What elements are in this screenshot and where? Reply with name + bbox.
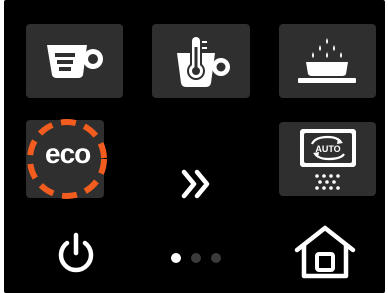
espresso-cup-tile[interactable] xyxy=(26,24,123,98)
auto-rinse-tile[interactable]: AUTO xyxy=(279,122,376,196)
steam-tray-tile[interactable] xyxy=(279,24,376,98)
auto-rinse-icon: AUTO xyxy=(299,129,356,190)
cup-temperature-tile[interactable] xyxy=(152,24,250,98)
page-dot-2[interactable] xyxy=(191,253,201,263)
home-icon[interactable] xyxy=(292,224,358,280)
coffee-machine-display: eco AUTO xyxy=(4,0,385,293)
power-icon[interactable] xyxy=(54,232,98,276)
espresso-cup-icon xyxy=(46,45,103,78)
page-dot-3[interactable] xyxy=(211,253,221,263)
cup-thermometer-icon xyxy=(177,35,230,87)
page-indicator xyxy=(171,253,221,263)
double-chevron-right-icon[interactable] xyxy=(180,166,216,202)
page-dot-1[interactable] xyxy=(171,253,181,263)
steam-drip-tray-icon xyxy=(297,38,356,83)
eco-mode-label: eco xyxy=(45,138,91,169)
auto-label: AUTO xyxy=(315,144,340,154)
